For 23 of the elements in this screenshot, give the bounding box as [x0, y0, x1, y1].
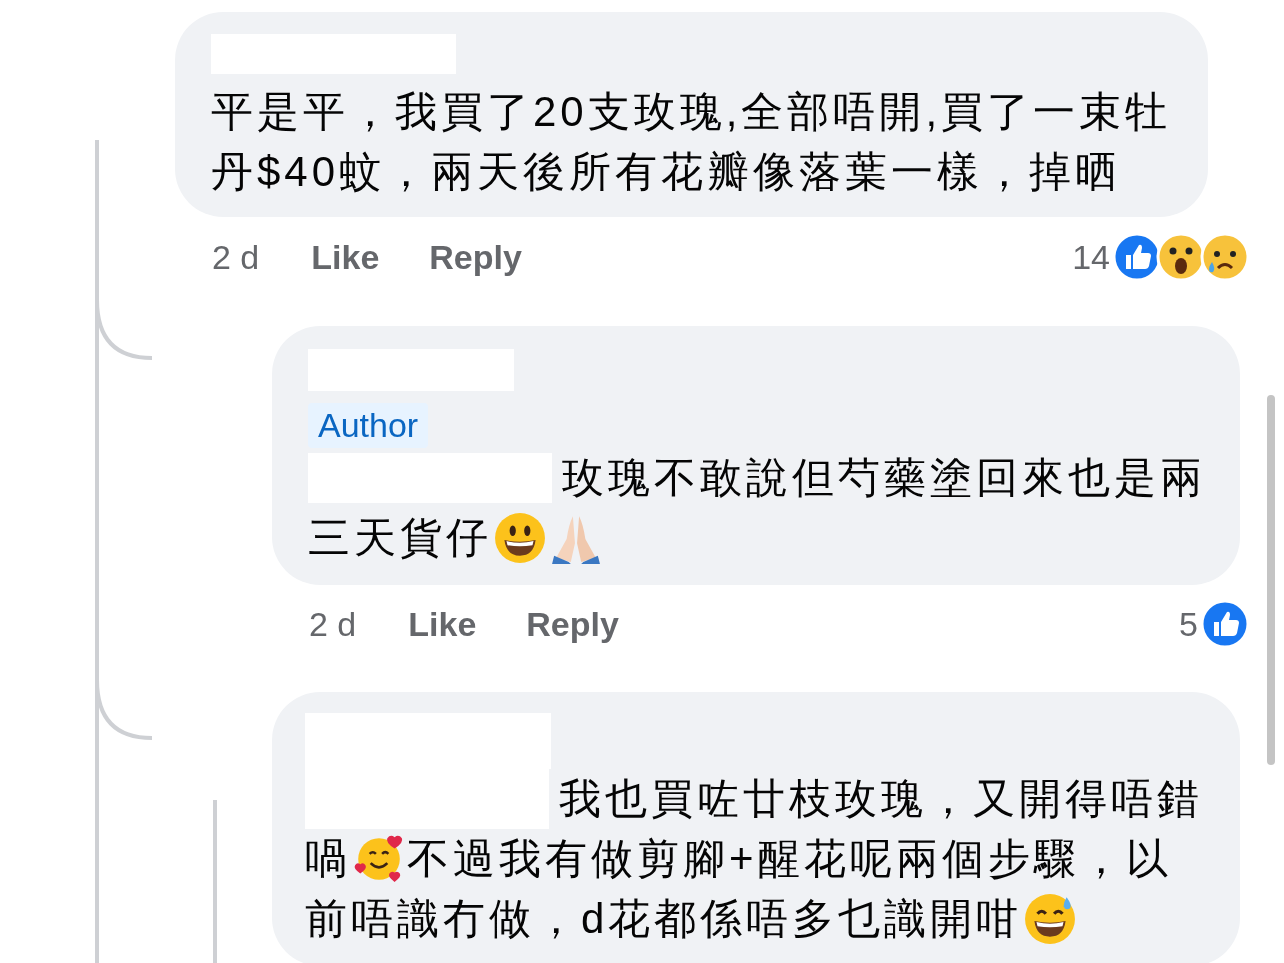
author-badge: Author: [308, 403, 429, 448]
thumbs-up-icon: [1200, 599, 1250, 649]
crying-face-icon: [1200, 232, 1250, 282]
comment-time: 2 d: [212, 237, 260, 277]
comment-action-link[interactable]: Reply: [526, 604, 619, 644]
comment-text: 我也買咗廿枝玫瑰，又開得唔錯: [559, 774, 1203, 824]
smiling-face-with-hearts-icon: [353, 833, 405, 885]
comment-action-link[interactable]: Like: [408, 604, 477, 644]
reaction-count[interactable]: 5: [1179, 604, 1198, 644]
comment-action-link[interactable]: Like: [311, 237, 380, 277]
comment-text: 不過我有做剪腳+醒花呢兩個步驟，以: [407, 834, 1172, 884]
comment-text: 玫瑰不敢說但芍藥塗回來也是兩: [562, 453, 1206, 503]
reaction-count[interactable]: 14: [1072, 237, 1110, 277]
comment-text: 前唔識冇做，d花都係唔多乜識開咁: [305, 894, 1023, 944]
comment-time: 2 d: [309, 604, 357, 644]
comment-text: 平是平，我買了20支玫瑰,全部唔開,買了一束牡: [211, 87, 1172, 137]
comment-action-link[interactable]: Reply: [429, 237, 522, 277]
grinning-face-icon: [494, 512, 546, 564]
comment-text: 丹$40蚊，兩天後所有花瓣像落葉一樣，掉晒: [211, 147, 1122, 197]
grinning-face-with-sweat-icon: [1024, 893, 1077, 945]
comment-text: 三天貨仔: [308, 513, 492, 563]
scrollbar[interactable]: [1267, 395, 1275, 765]
comment-text: 喎: [305, 834, 351, 884]
